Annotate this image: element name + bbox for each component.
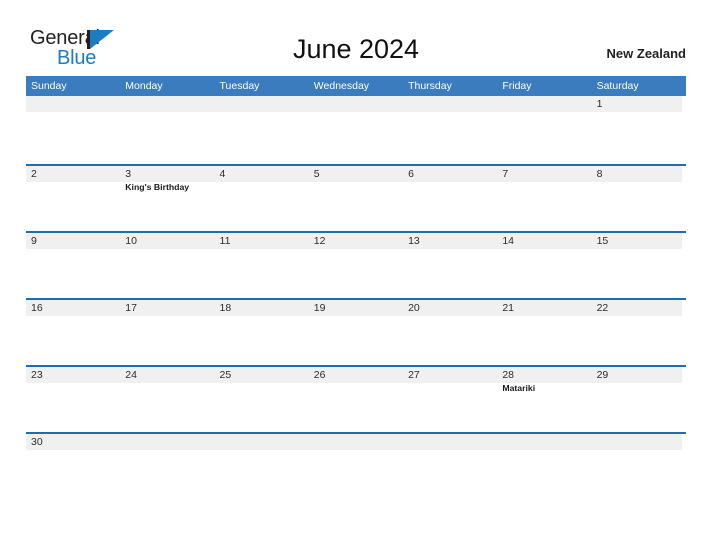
day-cell[interactable]: 2 bbox=[26, 166, 120, 231]
day-cell[interactable]: 20 bbox=[403, 300, 497, 365]
day-cell[interactable]: 9 bbox=[26, 233, 120, 298]
day-number: 30 bbox=[31, 436, 43, 448]
day-cell[interactable] bbox=[120, 434, 214, 452]
day-number: 22 bbox=[596, 302, 609, 314]
day-cell[interactable]: 23 bbox=[26, 367, 120, 432]
day-number: 8 bbox=[596, 168, 603, 180]
day-cell[interactable]: 22 bbox=[592, 300, 686, 365]
calendar-grid: Sunday Monday Tuesday Wednesday Thursday… bbox=[26, 76, 686, 452]
day-number: 6 bbox=[408, 168, 414, 180]
day-cell[interactable] bbox=[403, 96, 497, 164]
day-cell[interactable] bbox=[403, 434, 497, 452]
day-event: King's Birthday bbox=[125, 182, 190, 192]
day-cell[interactable] bbox=[309, 434, 403, 452]
day-cell[interactable] bbox=[26, 96, 120, 164]
day-number: 29 bbox=[596, 369, 609, 381]
day-cell[interactable] bbox=[497, 434, 591, 452]
week-row: 30 bbox=[26, 432, 686, 452]
day-cell[interactable]: 6 bbox=[403, 166, 497, 231]
day-number: 27 bbox=[408, 369, 420, 381]
day-cell[interactable]: 11 bbox=[215, 233, 309, 298]
weekday-header-saturday: Saturday bbox=[596, 80, 639, 92]
day-number: 26 bbox=[313, 369, 326, 381]
day-number: 24 bbox=[125, 369, 137, 381]
day-cell[interactable]: 21 bbox=[497, 300, 591, 365]
day-number: 7 bbox=[502, 168, 509, 180]
day-cell[interactable] bbox=[309, 96, 403, 164]
day-number: 21 bbox=[502, 302, 515, 314]
day-cell[interactable]: 7 bbox=[497, 166, 591, 231]
day-cell[interactable]: 19 bbox=[309, 300, 403, 365]
day-number: 15 bbox=[596, 235, 609, 247]
day-cell[interactable]: 25 bbox=[215, 367, 309, 432]
week-row: 9 10 11 12 13 14 15 bbox=[26, 231, 686, 298]
day-cell[interactable]: 27 bbox=[403, 367, 497, 432]
day-number: 4 bbox=[219, 168, 226, 180]
day-number: 1 bbox=[596, 98, 603, 110]
weekday-header-tuesday: Tuesday bbox=[219, 80, 260, 92]
weekday-header-thursday: Thursday bbox=[408, 80, 452, 92]
weekday-header-friday: Friday bbox=[502, 80, 532, 92]
day-cell[interactable] bbox=[120, 96, 214, 164]
day-number: 18 bbox=[219, 302, 232, 314]
day-cell[interactable]: 10 bbox=[120, 233, 214, 298]
day-cell[interactable] bbox=[215, 434, 309, 452]
day-cell[interactable]: 30 bbox=[26, 434, 120, 452]
week-row: 2 3 King's Birthday 4 5 6 7 8 bbox=[26, 164, 686, 231]
day-cell[interactable] bbox=[592, 434, 686, 452]
day-cell[interactable]: 18 bbox=[215, 300, 309, 365]
weekday-header-row: Sunday Monday Tuesday Wednesday Thursday… bbox=[26, 76, 686, 96]
day-cell[interactable]: 5 bbox=[309, 166, 403, 231]
day-number: 17 bbox=[125, 302, 137, 314]
week-row: 23 24 25 26 27 28 Matariki 29 bbox=[26, 365, 686, 432]
day-number: 9 bbox=[31, 235, 37, 247]
day-number: 3 bbox=[125, 168, 132, 180]
day-number: 2 bbox=[31, 168, 37, 180]
day-number: 10 bbox=[125, 235, 137, 247]
day-cell[interactable] bbox=[215, 96, 309, 164]
day-number: 25 bbox=[219, 369, 232, 381]
day-cell[interactable]: 28 Matariki bbox=[497, 367, 591, 432]
day-number: 12 bbox=[313, 235, 326, 247]
day-cell[interactable]: 4 bbox=[215, 166, 309, 231]
day-number: 20 bbox=[408, 302, 420, 314]
day-number: 16 bbox=[31, 302, 43, 314]
weekday-header-wednesday: Wednesday bbox=[313, 80, 370, 92]
day-number: 14 bbox=[502, 235, 515, 247]
week-row: 1 bbox=[26, 96, 686, 164]
day-cell[interactable]: 24 bbox=[120, 367, 214, 432]
day-cell[interactable]: 15 bbox=[592, 233, 686, 298]
day-number: 13 bbox=[408, 235, 420, 247]
day-cell[interactable]: 14 bbox=[497, 233, 591, 298]
week-row: 16 17 18 19 20 21 22 bbox=[26, 298, 686, 365]
day-cell[interactable]: 16 bbox=[26, 300, 120, 365]
day-cell[interactable]: 13 bbox=[403, 233, 497, 298]
country-label: New Zealand bbox=[606, 46, 686, 61]
day-number: 23 bbox=[31, 369, 43, 381]
day-cell[interactable] bbox=[497, 96, 591, 164]
day-number: 28 bbox=[502, 369, 515, 381]
day-number: 11 bbox=[219, 235, 231, 247]
day-cell[interactable]: 29 bbox=[592, 367, 686, 432]
page-header: General Blue June 2024 New Zealand bbox=[0, 0, 712, 76]
weekday-header-monday: Monday bbox=[125, 80, 163, 92]
weekday-header-sunday: Sunday bbox=[31, 80, 67, 92]
day-number: 5 bbox=[313, 168, 320, 180]
day-cell[interactable]: 8 bbox=[592, 166, 686, 231]
day-cell[interactable]: 12 bbox=[309, 233, 403, 298]
day-event: Matariki bbox=[502, 383, 536, 393]
day-cell[interactable]: 26 bbox=[309, 367, 403, 432]
day-number: 19 bbox=[313, 302, 326, 314]
day-cell[interactable]: 3 King's Birthday bbox=[120, 166, 214, 231]
day-cell[interactable]: 1 bbox=[592, 96, 686, 164]
day-cell[interactable]: 17 bbox=[120, 300, 214, 365]
page-title: June 2024 bbox=[292, 34, 420, 64]
